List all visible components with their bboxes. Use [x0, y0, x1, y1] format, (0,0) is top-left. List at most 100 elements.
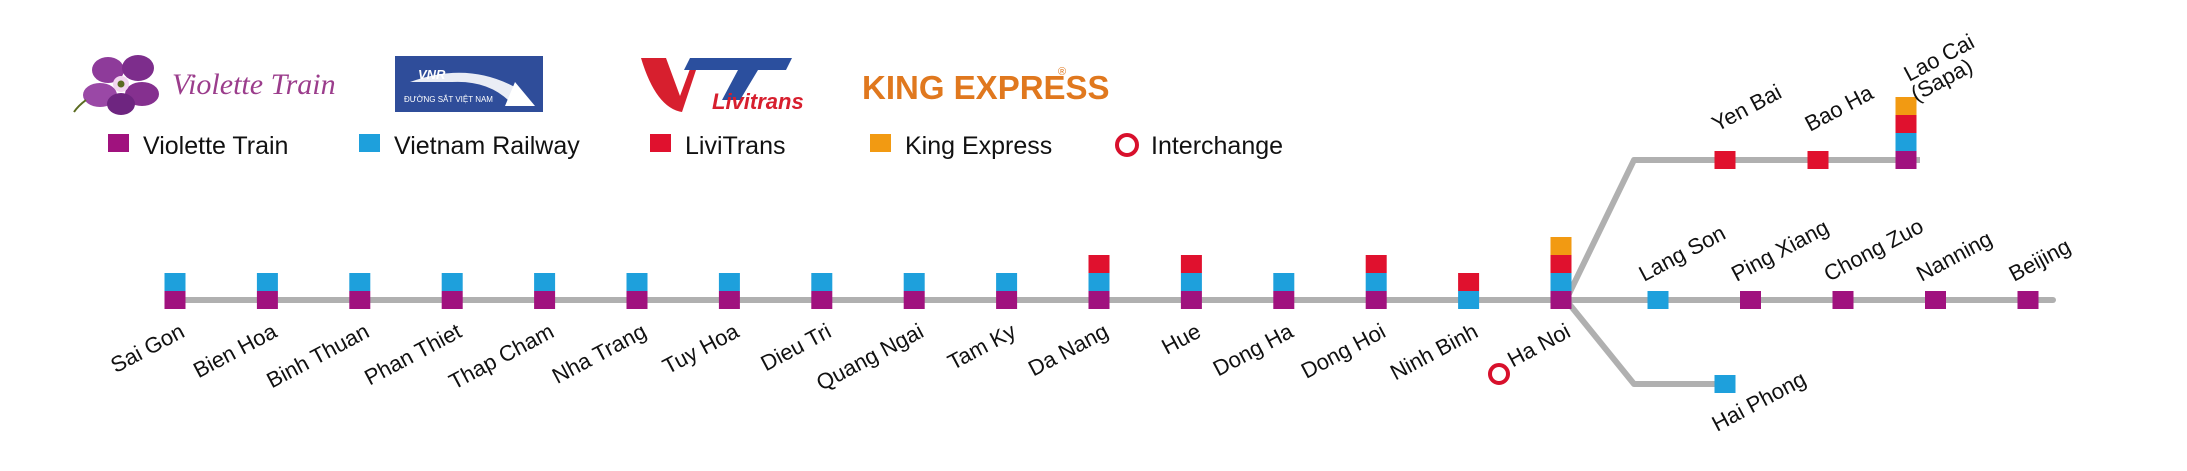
station-label: Tam Ky — [943, 318, 1020, 375]
vietnam-railway-logo: VNR ĐƯỜNG SẮT VIỆT NAM — [395, 56, 543, 112]
service-marker-king-express — [1550, 237, 1572, 255]
station-ninh-binh: Ninh Binh — [1386, 273, 1482, 385]
service-marker-vietnam-railway — [1714, 375, 1736, 393]
station-label: Hue — [1157, 318, 1204, 359]
service-marker-vietnam-railway — [811, 273, 833, 291]
interchange-ring-icon — [1488, 363, 1510, 385]
service-marker-violette — [2017, 291, 2039, 309]
station-label: Sai Gon — [106, 318, 188, 377]
station-label: Tuy Hoa — [658, 318, 743, 379]
service-marker-vietnam-railway — [1895, 133, 1917, 151]
legend-swatch — [359, 134, 380, 152]
livitrans-logo-text: Livitrans — [712, 89, 804, 114]
service-marker-violette — [1895, 151, 1917, 169]
legend-item-livitrans: LiviTrans — [650, 132, 786, 160]
service-marker-violette — [441, 291, 463, 309]
violette-train-logo: Violette Train — [73, 55, 336, 115]
track-lines — [165, 157, 2056, 387]
station-lang-son: Lang Son — [1635, 220, 1730, 309]
station-nha-trang: Nha Trang — [548, 273, 650, 389]
service-marker-violette — [256, 291, 278, 309]
legend-item-vietnam-railway: Vietnam Railway — [359, 132, 580, 160]
station-binh-thuan: Binh Thuan — [262, 273, 373, 393]
service-marker-livitrans — [1714, 151, 1736, 169]
legend-swatch — [870, 134, 891, 152]
service-marker-violette — [1832, 291, 1854, 309]
station-da-nang: Da Nang — [1024, 255, 1112, 381]
service-marker-violette — [1088, 291, 1110, 309]
service-marker-livitrans — [1365, 255, 1387, 273]
station-label: Chong Zuo — [1820, 213, 1928, 286]
service-marker-vietnam-railway — [1647, 291, 1669, 309]
station-label: Yen Bai — [1708, 79, 1786, 136]
station-label: Da Nang — [1024, 318, 1112, 381]
service-marker-vietnam-railway — [441, 273, 463, 291]
station-chong-zuo: Chong Zuo — [1820, 213, 1928, 309]
service-marker-king-express — [1895, 97, 1917, 115]
service-marker-livitrans — [1458, 273, 1480, 291]
legend: Violette Train Vietnam Railway LiviTrans Ki… — [108, 132, 1283, 160]
station-dong-ha: Dong Ha — [1209, 273, 1298, 381]
service-marker-vietnam-railway — [1365, 273, 1387, 291]
registered-mark: ® — [1058, 66, 1066, 78]
orchid-flower-icon — [73, 55, 159, 115]
legend-label: Vietnam Railway — [394, 132, 580, 160]
legend-swatch — [108, 134, 129, 152]
service-marker-livitrans — [1807, 151, 1829, 169]
service-marker-violette — [996, 291, 1018, 309]
legend-item-violette-train: Violette Train — [108, 132, 288, 160]
service-marker-vietnam-railway — [1088, 273, 1110, 291]
legend-item-interchange: Interchange — [1115, 132, 1283, 160]
station-label: Ninh Binh — [1386, 318, 1482, 385]
station-label: Ping Xiang — [1727, 214, 1833, 286]
service-marker-violette — [1740, 291, 1761, 309]
service-marker-vietnam-railway — [1550, 273, 1572, 291]
service-marker-violette — [1273, 291, 1295, 309]
service-marker-violette — [1550, 291, 1572, 309]
station-label: Thap Cham — [445, 318, 558, 394]
violette-logo-text: Violette Train — [172, 68, 336, 101]
king-express-logo: KING EXPRESS ® — [862, 66, 1110, 106]
station-hue: Hue — [1157, 255, 1205, 359]
station-ping-xiang: Ping Xiang — [1727, 214, 1833, 309]
station-label: Dong Ha — [1209, 318, 1298, 381]
legend-label: King Express — [905, 132, 1052, 160]
station-label: Binh Thuan — [262, 318, 373, 393]
service-marker-vietnam-railway — [1180, 273, 1202, 291]
service-marker-vietnam-railway — [626, 273, 648, 291]
station-ha-noi: Ha Noi — [1488, 237, 1574, 385]
service-marker-vietnam-railway — [1273, 273, 1295, 291]
service-marker-violette — [1925, 291, 1946, 309]
service-marker-violette — [1180, 291, 1202, 309]
haiphong-branch-track — [1563, 298, 1734, 387]
station-label: Dong Hoi — [1297, 318, 1390, 383]
service-marker-vietnam-railway — [256, 273, 278, 291]
livitrans-logo: Livitrans — [641, 58, 804, 114]
service-marker-vietnam-railway — [718, 273, 740, 291]
station-label: Nha Trang — [548, 318, 650, 388]
station-bao-ha: Bao Ha — [1801, 80, 1878, 169]
station-yen-bai: Yen Bai — [1708, 79, 1786, 169]
service-marker-violette — [903, 291, 925, 309]
station-label: Beijing — [2005, 233, 2075, 286]
legend-label: LiviTrans — [685, 132, 786, 160]
service-marker-vietnam-railway — [534, 273, 556, 291]
interchange-ring-icon — [1115, 133, 1139, 157]
service-marker-violette — [718, 291, 740, 309]
legend-item-king-express: King Express — [870, 132, 1052, 160]
station-label: Bao Ha — [1801, 80, 1878, 137]
service-marker-violette — [811, 291, 833, 309]
station-lao-cai: Lao Cai(Sapa) — [1895, 29, 1978, 169]
service-marker-vietnam-railway — [1458, 291, 1480, 309]
service-marker-violette — [626, 291, 648, 309]
station-label: Ha Noi — [1503, 318, 1574, 372]
station-dieu-tri: Dieu Tri — [756, 273, 835, 376]
station-dong-hoi: Dong Hoi — [1297, 255, 1390, 383]
king-express-logo-text: KING EXPRESS — [862, 69, 1110, 106]
station-hai-phong: Hai Phong — [1708, 366, 1810, 436]
station-label: Lang Son — [1635, 220, 1730, 286]
service-marker-livitrans — [1180, 255, 1202, 273]
service-marker-vietnam-railway — [903, 273, 925, 291]
service-marker-violette — [349, 291, 371, 309]
station-nanning: Nanning — [1912, 226, 1996, 309]
